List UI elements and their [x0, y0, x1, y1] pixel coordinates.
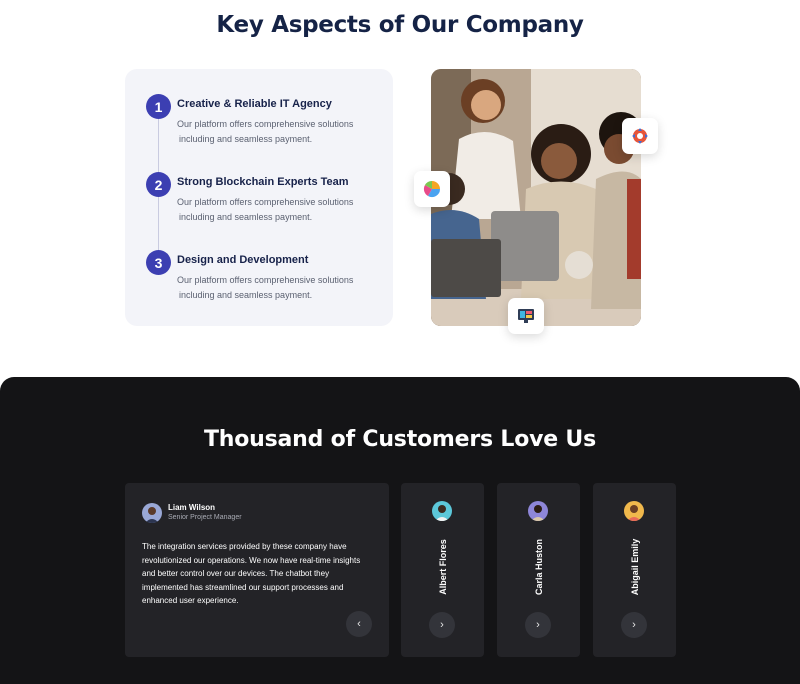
next-button[interactable]: › — [621, 612, 647, 638]
reviewer-name: Albert Flores — [437, 539, 448, 595]
testimonial-card-collapsed[interactable]: Carla Huston › — [497, 483, 580, 657]
step-number: 2 — [146, 172, 171, 197]
step-title: Strong Blockchain Experts Team — [177, 176, 349, 188]
gear-icon — [632, 128, 648, 144]
avatar — [624, 501, 644, 521]
avatar — [432, 501, 452, 521]
chevron-right-icon: › — [632, 619, 636, 631]
chevron-left-icon: ‹ — [357, 618, 361, 630]
chevron-right-icon: › — [536, 619, 540, 631]
chevron-right-icon: › — [440, 619, 444, 631]
aspects-card: 1 Creative & Reliable IT Agency Our plat… — [125, 69, 393, 326]
step-description: Our platform offers comprehensive soluti… — [177, 197, 354, 222]
team-photo — [431, 69, 641, 326]
testimonial-card-collapsed[interactable]: Albert Flores › — [401, 483, 484, 657]
step-title: Creative & Reliable IT Agency — [177, 98, 332, 110]
step-title: Design and Development — [177, 254, 309, 266]
section-title: Key Aspects of Our Company — [216, 12, 584, 38]
step-number: 1 — [146, 94, 171, 119]
reviewer-role: Senior Project Manager — [168, 514, 242, 521]
testimonial-text: The integration services provided by the… — [142, 542, 361, 606]
next-button[interactable]: › — [429, 612, 455, 638]
reviewer-name: Carla Huston — [533, 538, 544, 596]
monitor-badge — [508, 298, 544, 334]
prev-button[interactable]: ‹ — [346, 611, 372, 637]
section-title: Thousand of Customers Love Us — [204, 427, 596, 452]
gear-badge — [622, 118, 658, 154]
avatar — [142, 503, 162, 523]
pie-chart-badge — [414, 171, 450, 207]
step-number: 3 — [146, 250, 171, 275]
reviewer-name: Abigail Emily — [629, 538, 640, 596]
testimonial-card-active: Liam Wilson Senior Project Manager The i… — [125, 483, 389, 657]
step-description: Our platform offers comprehensive soluti… — [177, 119, 354, 144]
step-description: Our platform offers comprehensive soluti… — [177, 275, 354, 300]
testimonial-card-collapsed[interactable]: Abigail Emily › — [593, 483, 676, 657]
pie-chart-icon — [423, 180, 441, 198]
avatar — [528, 501, 548, 521]
reviewer-name: Liam Wilson — [168, 503, 216, 512]
next-button[interactable]: › — [525, 612, 551, 638]
testimonials-section: Thousand of Customers Love Us Liam Wilso… — [0, 377, 800, 684]
monitor-icon — [518, 309, 534, 323]
